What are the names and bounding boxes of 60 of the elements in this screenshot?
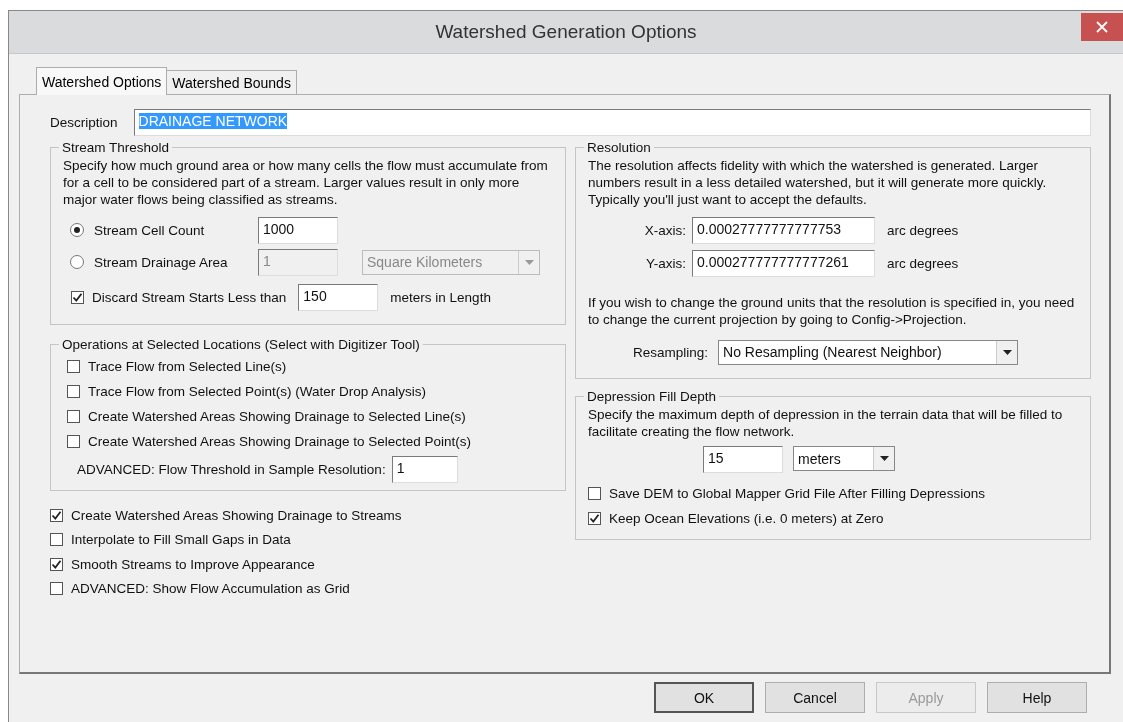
dialog-button[interactable]: Help xyxy=(987,682,1087,713)
unit-label: arc degrees xyxy=(887,223,959,238)
checkbox-label: Smooth Streams to Improve Appearance xyxy=(71,556,315,572)
checkbox[interactable] xyxy=(67,360,80,373)
group-title: Depression Fill Depth xyxy=(586,389,718,404)
resolution-field[interactable]: 0.00027777777777753 xyxy=(692,217,875,244)
option-label: Stream Cell Count xyxy=(94,222,206,238)
checkbox[interactable] xyxy=(50,582,63,596)
checkbox-label: Discard Stream Starts Less than xyxy=(92,289,287,305)
checkbox-label: Create Watershed Areas Showing Drainage to Selected Line(s) xyxy=(88,409,466,424)
note-text: If you wish to change the ground units that the resolution is specified in, you need to change the current projection by going to Config->Projection. xyxy=(588,294,1076,328)
checkbox-label: Trace Flow from Selected Point(s) (Water Drop Analysis) xyxy=(88,384,427,399)
checkbox[interactable] xyxy=(588,487,601,500)
caret-icon xyxy=(879,456,889,461)
unit-label: meters in Length xyxy=(390,289,491,305)
tab[interactable]: Watershed Bounds xyxy=(166,70,297,94)
dialog-button[interactable]: OK xyxy=(654,682,754,713)
resampling-label: Resampling: xyxy=(633,344,709,360)
checkbox-label: Keep Ocean Elevations (i.e. 0 meters) at Zero xyxy=(609,511,884,526)
checkbox[interactable] xyxy=(50,533,63,547)
checkbox-label: Create Watershed Areas Showing Drainage to Streams xyxy=(71,507,402,523)
checkbox[interactable] xyxy=(71,290,84,304)
option-label: Stream Drainage Area xyxy=(94,254,229,270)
checkbox[interactable] xyxy=(50,557,63,571)
radio-button[interactable] xyxy=(70,223,84,237)
checkbox-label: Create Watershed Areas Showing Drainage to Selected Point(s) xyxy=(88,434,471,449)
checkbox-label: Save DEM to Global Mapper Grid File After Filling Depressions xyxy=(609,486,985,501)
description-text: Specify how much ground area or how many cells the flow must accumulate from for a cell to be considered part of a stream. Larger values result in only more major water flows being classified as streams. xyxy=(63,157,549,208)
caret-icon xyxy=(1002,349,1012,355)
caret-icon xyxy=(524,259,534,265)
checkbox[interactable] xyxy=(588,512,601,525)
unit-label: arc degrees xyxy=(887,256,959,271)
dialog-button[interactable]: Cancel xyxy=(765,682,865,713)
axis-label: X-axis: xyxy=(643,223,687,238)
checkbox-label: Trace Flow from Selected Line(s) xyxy=(88,359,287,374)
checkbox[interactable] xyxy=(67,435,80,448)
close-button[interactable] xyxy=(1081,13,1123,41)
description-label: Description xyxy=(50,115,118,130)
window-title: Watershed Generation Options xyxy=(435,21,697,43)
resolution-field[interactable]: 0.000277777777777261 xyxy=(692,250,875,277)
checkbox-label: Interpolate to Fill Small Gaps in Data xyxy=(71,532,291,548)
group-title: Resolution xyxy=(586,140,652,155)
length-field[interactable]: 150 xyxy=(298,283,379,311)
resampling-dropdown[interactable]: No Resampling (Nearest Neighbor) xyxy=(718,339,1019,365)
number-field[interactable]: 1000 xyxy=(258,216,338,244)
checkbox[interactable] xyxy=(67,385,80,398)
checkbox-label: ADVANCED: Show Flow Accumulation as Grid xyxy=(71,581,350,597)
description-text: The resolution affects fidelity with which the watershed is generated. Larger numbers result in a less detailed watershed, but it will generate more quickly. Typically you'll just want to accept the defaults. xyxy=(588,157,1048,208)
axis-label: Y-axis: xyxy=(644,256,687,271)
tab[interactable]: Watershed Options xyxy=(36,67,168,95)
threshold-label: ADVANCED: Flow Threshold in Sample Resolution: xyxy=(77,461,386,477)
unit-dropdown[interactable]: meters xyxy=(793,446,895,471)
threshold-field[interactable]: 1 xyxy=(391,455,458,483)
checkbox[interactable] xyxy=(67,410,80,423)
depth-field[interactable]: 15 xyxy=(703,446,783,473)
group-title: Operations at Selected Locations (Select with Digitizer Tool) xyxy=(61,337,421,352)
group-title: Stream Threshold xyxy=(61,140,171,155)
checkbox[interactable] xyxy=(50,508,63,522)
close-icon xyxy=(1096,21,1108,33)
description-text: Specify the maximum depth of depression in the terrain data that will be filled to facilitate creating the flow network. xyxy=(588,406,1064,440)
